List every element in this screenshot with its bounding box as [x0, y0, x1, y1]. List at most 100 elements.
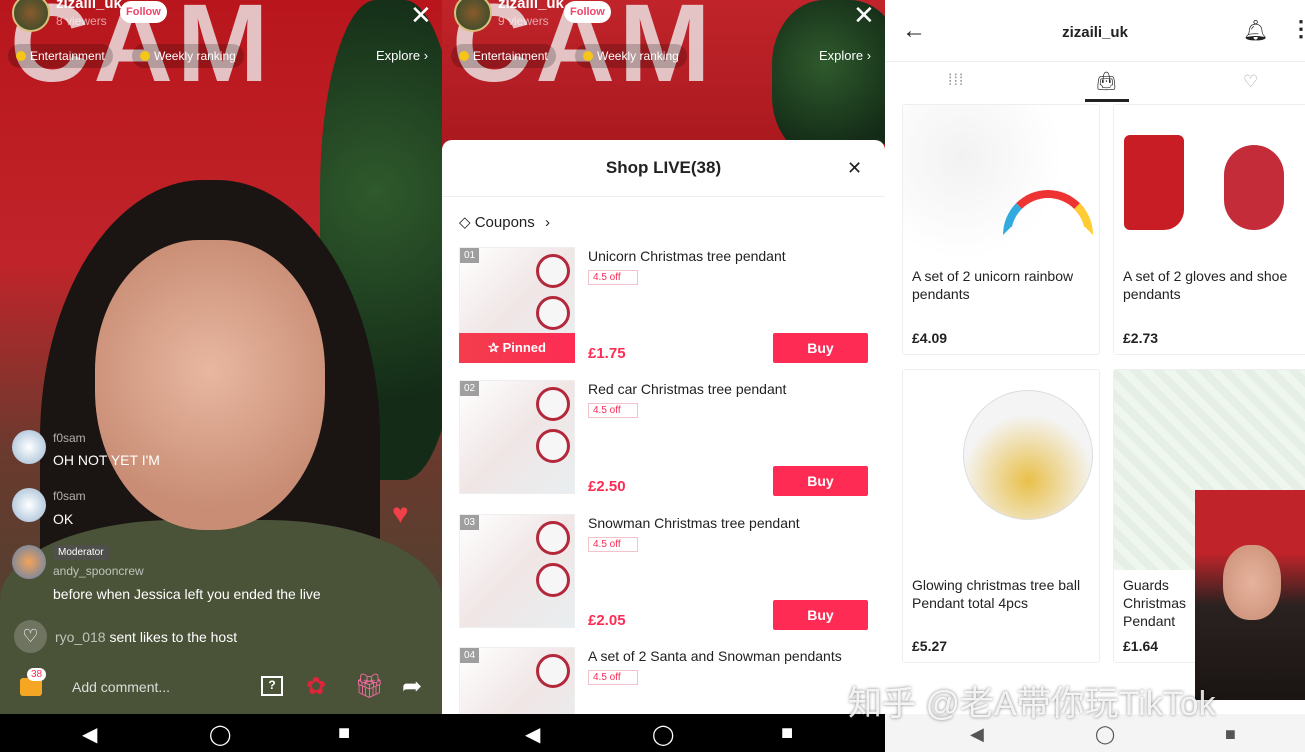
watermark: 知乎 @老A带你玩TikTok: [848, 685, 1216, 723]
product-title: Glowing christmas tree ball Pendant tota…: [912, 577, 1081, 611]
product-image: [1114, 105, 1305, 255]
shop-sheet: Shop LIVE(38) ✕ ◇ Coupons › 01 ✰ Pinned …: [442, 140, 885, 752]
detail-circle: [536, 387, 570, 421]
product-title[interactable]: Snowman Christmas tree pendant: [588, 515, 800, 531]
badge-icon: [16, 51, 26, 61]
host-avatar[interactable]: [12, 0, 50, 32]
close-sheet-icon[interactable]: ✕: [847, 158, 862, 179]
home-nav-icon[interactable]: ◯: [652, 722, 674, 747]
product-card[interactable]: Glowing christmas tree ball Pendant tota…: [902, 369, 1100, 663]
explore-link[interactable]: Explore ›: [376, 48, 428, 63]
recents-nav-icon[interactable]: ■: [338, 722, 350, 745]
product-number: 04: [460, 648, 480, 663]
heart-icon: ♡: [14, 620, 47, 653]
viewer-count: 8 viewers: [56, 14, 107, 28]
divider: [885, 61, 1305, 62]
product-image: [903, 105, 1099, 255]
grid-tab-icon[interactable]: ⁞⁞⁞: [948, 72, 964, 90]
store-panel: ← zizaili_uk 🔔︎ ⋮ ⁞⁞⁞ 👜︎ ♡ A set of 2 un…: [885, 0, 1305, 752]
detail-circle: [536, 654, 570, 688]
recents-nav-icon[interactable]: ■: [781, 722, 793, 745]
live-preview-window[interactable]: [1195, 490, 1305, 700]
rose-gift-icon[interactable]: ✿: [306, 672, 326, 701]
like-text: sent likes to the host: [109, 629, 238, 645]
question-icon[interactable]: ?: [261, 676, 283, 696]
gift-icon[interactable]: 🎁︎: [354, 672, 384, 701]
more-options-icon[interactable]: ⋮: [1290, 16, 1305, 42]
back-nav-icon[interactable]: ◀: [970, 724, 984, 745]
discount-badge: 4.5 off: [588, 537, 638, 552]
home-nav-icon[interactable]: ◯: [209, 722, 231, 747]
glass-ball-ornament: [963, 390, 1093, 520]
commenter-avatar: [12, 488, 46, 522]
coupons-label: Coupons: [474, 214, 535, 231]
product-thumbnail[interactable]: 02: [459, 380, 575, 494]
badge-icon: [459, 51, 469, 61]
comment-text: OK: [53, 511, 74, 527]
chevron-right-icon: ›: [544, 214, 550, 231]
product-card[interactable]: A set of 2 unicorn rainbow pendants £4.0…: [902, 104, 1100, 355]
back-nav-icon[interactable]: ◀: [525, 722, 540, 747]
detail-circle: [536, 521, 570, 555]
pinned-label: ✰ Pinned: [459, 333, 575, 363]
detail-circle: [536, 296, 570, 330]
product-title: A set of 2 gloves and shoe pendants: [1123, 268, 1288, 302]
comment-user[interactable]: f0sam: [53, 489, 86, 503]
weekly-ranking-chip[interactable]: Weekly ranking: [132, 44, 244, 68]
follow-button[interactable]: Follow: [564, 1, 611, 23]
product-item[interactable]: 02 Red car Christmas tree pendant 4.5 of…: [442, 380, 885, 510]
detail-circle: [536, 254, 570, 288]
divider: [442, 196, 885, 197]
coupons-link[interactable]: ◇ Coupons ›: [459, 213, 550, 231]
product-price: £2.73: [1123, 330, 1159, 346]
product-price: £1.75: [588, 345, 626, 362]
back-nav-icon[interactable]: ◀: [82, 722, 97, 747]
follow-button[interactable]: Follow: [120, 1, 167, 23]
weekly-ranking-chip[interactable]: Weekly ranking: [575, 44, 687, 68]
like-event: ryo_018 sent likes to the host: [55, 629, 237, 645]
entertainment-chip[interactable]: Entertainment: [8, 44, 113, 68]
close-icon[interactable]: ✕: [410, 0, 432, 31]
pinned-text: Pinned: [502, 340, 546, 355]
product-title[interactable]: Red car Christmas tree pendant: [588, 381, 786, 397]
bell-icon[interactable]: 🔔︎: [1243, 18, 1268, 43]
chip-label: Weekly ranking: [154, 49, 236, 63]
host-username[interactable]: zizaili_uk: [498, 0, 564, 12]
viewer-count: 9 viewers: [498, 14, 549, 28]
commenter-avatar: [12, 430, 46, 464]
product-title[interactable]: A set of 2 Santa and Snowman pendants: [588, 648, 842, 664]
product-card[interactable]: A set of 2 gloves and shoe pendants £2.7…: [1113, 104, 1305, 355]
explore-link[interactable]: Explore ›: [819, 48, 871, 63]
product-price: £5.27: [912, 638, 948, 654]
recents-nav-icon[interactable]: ■: [1225, 724, 1236, 745]
product-item[interactable]: 01 ✰ Pinned Unicorn Christmas tree penda…: [442, 247, 885, 377]
liked-tab-icon[interactable]: ♡: [1243, 72, 1258, 92]
host-username[interactable]: zizaili_uk: [56, 0, 122, 12]
entertainment-chip[interactable]: Entertainment: [451, 44, 556, 68]
product-thumbnail[interactable]: 03: [459, 514, 575, 628]
product-price: £4.09: [912, 330, 948, 346]
boot-ornament: [1124, 135, 1184, 230]
discount-badge: 4.5 off: [588, 270, 638, 285]
buy-button[interactable]: Buy: [773, 333, 868, 363]
streamer-face: [95, 240, 325, 530]
product-title[interactable]: Unicorn Christmas tree pendant: [588, 248, 786, 264]
buy-button[interactable]: Buy: [773, 466, 868, 496]
product-number: 01: [460, 248, 480, 263]
shop-tab-icon[interactable]: 👜︎: [1095, 71, 1118, 92]
share-icon[interactable]: ➦: [402, 672, 422, 701]
glove-ornament: [1224, 145, 1284, 230]
comment-input[interactable]: Add comment...: [72, 679, 170, 695]
product-number: 02: [460, 381, 480, 396]
home-nav-icon[interactable]: ◯: [1095, 724, 1115, 745]
store-title: zizaili_uk: [1062, 24, 1128, 41]
badge-icon: [140, 51, 150, 61]
buy-button[interactable]: Buy: [773, 600, 868, 630]
close-icon[interactable]: ✕: [853, 0, 875, 31]
shop-title: Shop LIVE(38): [605, 158, 722, 177]
comment-user[interactable]: andy_spooncrew: [53, 564, 144, 578]
product-item[interactable]: 03 Snowman Christmas tree pendant 4.5 of…: [442, 514, 885, 644]
like-user[interactable]: ryo_018: [55, 629, 106, 645]
comment-user[interactable]: f0sam: [53, 431, 86, 445]
product-image: [903, 370, 1099, 570]
